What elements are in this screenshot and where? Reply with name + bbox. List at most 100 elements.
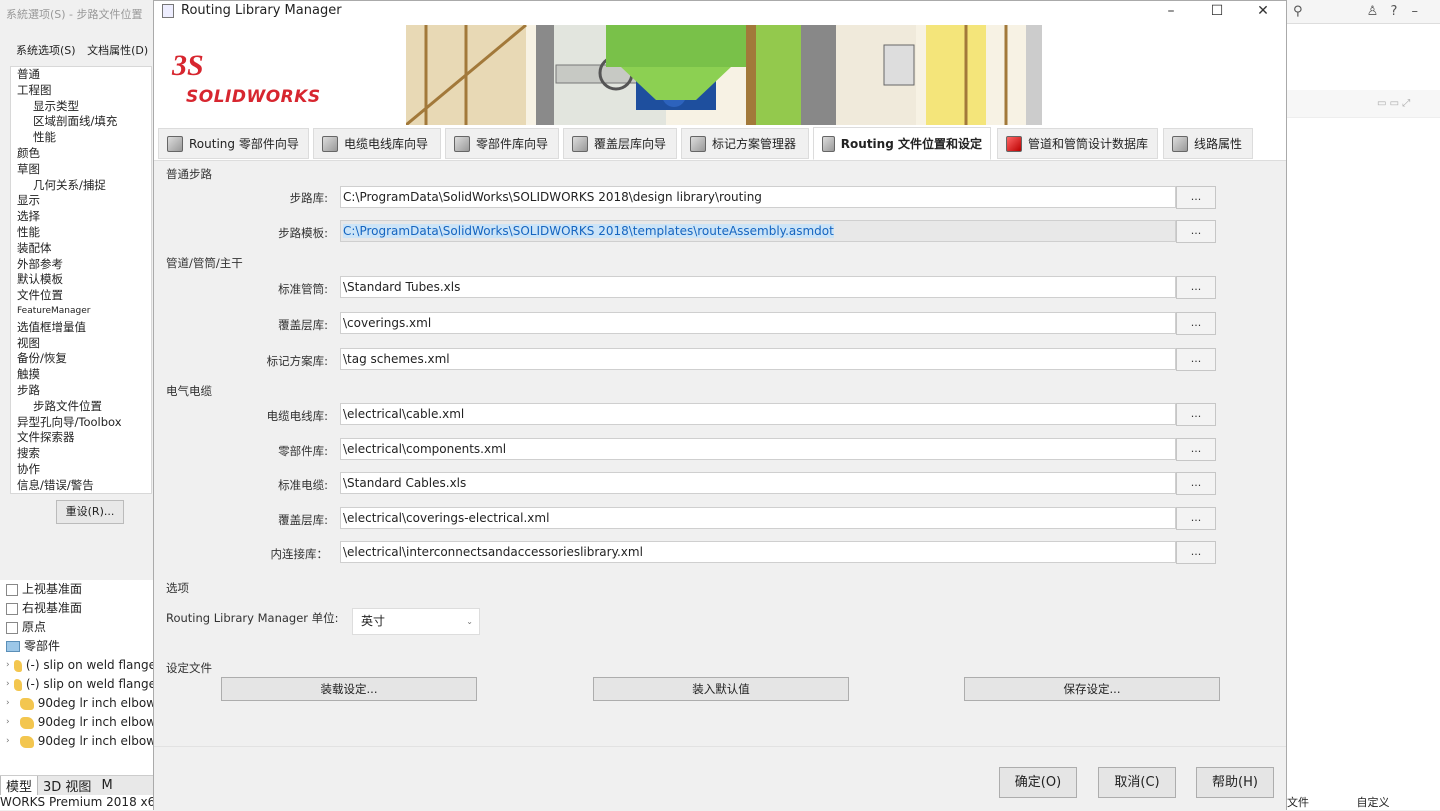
options-tree-item[interactable]: 步路 <box>11 383 151 399</box>
routing-library-field[interactable]: C:\ProgramData\SolidWorks\SOLIDWORKS 201… <box>340 186 1176 208</box>
tab-cable-library-wizard[interactable]: 电缆电线库向导 <box>313 128 441 159</box>
panel-icon[interactable]: ▭ ▭ ⤢ <box>1377 98 1410 109</box>
expand-arrow-icon[interactable]: › <box>6 713 20 732</box>
options-tree-item[interactable]: 文件探索器 <box>11 430 151 446</box>
feature-tree-item[interactable]: 右视基准面 <box>0 599 156 618</box>
expand-arrow-icon[interactable]: › <box>6 656 14 675</box>
tag-scheme-library-field[interactable]: \tag schemes.xml <box>340 348 1176 370</box>
browse-tag-scheme-button[interactable]: ... <box>1176 348 1216 371</box>
options-tree-item[interactable]: 显示 <box>11 193 151 209</box>
options-tree-item[interactable]: 几何关系/捕捉 <box>11 178 151 194</box>
component-library-field[interactable]: \electrical\components.xml <box>340 438 1176 460</box>
options-tree-item[interactable]: 显示类型 <box>11 99 151 115</box>
feature-tree-label: (-) slip on weld flange <box>25 677 156 691</box>
part-icon <box>13 659 22 672</box>
options-tree-item[interactable]: 默认模板 <box>11 272 151 288</box>
browse-component-library-button[interactable]: ... <box>1176 438 1216 461</box>
options-tree-item[interactable]: 信息/错误/警告 <box>11 478 151 493</box>
options-tree-item[interactable]: 外部参考 <box>11 257 151 273</box>
tab-route-properties[interactable]: 线路属性 <box>1163 128 1253 159</box>
tab-covering-library-wizard[interactable]: 覆盖层库向导 <box>563 128 677 159</box>
options-tree-item[interactable]: 异型孔向导/Toolbox <box>11 415 151 431</box>
electrical-covering-field[interactable]: \electrical\coverings-electrical.xml <box>340 507 1176 529</box>
options-tree-item[interactable]: FeatureManager <box>11 304 151 320</box>
expand-arrow-icon[interactable]: › <box>6 694 20 713</box>
options-tree-item[interactable]: 触摸 <box>11 367 151 383</box>
search-icon[interactable]: ⚲ <box>1293 4 1303 19</box>
browse-standard-cables-button[interactable]: ... <box>1176 472 1216 495</box>
tab-pipe-tube-database[interactable]: 管道和管筒设计数据库 <box>997 128 1158 159</box>
tab-document-properties[interactable]: 文档属性(D) <box>87 44 148 57</box>
minimize-button[interactable]: – <box>1148 1 1194 23</box>
covering-library-field[interactable]: \coverings.xml <box>340 312 1176 334</box>
feature-tree-item[interactable]: › 90deg lr inch elbow <box>0 713 156 732</box>
load-defaults-button[interactable]: 装入默认值 <box>593 677 849 701</box>
options-tree-item[interactable]: 普通 <box>11 67 151 83</box>
expand-arrow-icon[interactable]: › <box>6 675 14 694</box>
options-tree-item[interactable]: 草图 <box>11 162 151 178</box>
feature-tree-item[interactable]: › (-) slip on weld flange <box>0 675 156 694</box>
dialog-footer: 确定(O) 取消(C) 帮助(H) <box>154 746 1286 811</box>
feature-tree-item[interactable]: › 90deg lr inch elbow <box>0 732 156 751</box>
minimize-icon[interactable]: – <box>1412 4 1419 19</box>
tab-label: 管道和管筒设计数据库 <box>1028 137 1149 151</box>
feature-tree-item[interactable]: 原点 <box>0 618 156 637</box>
browse-standard-tubes-button[interactable]: ... <box>1176 276 1216 299</box>
status-file-label: 文件 <box>1287 796 1309 809</box>
standard-cables-field[interactable]: \Standard Cables.xls <box>340 472 1176 494</box>
tab-routing-file-locations[interactable]: Routing 文件位置和设定 <box>813 127 991 160</box>
tab-component-library-wizard[interactable]: 零部件库向导 <box>445 128 559 159</box>
units-dropdown[interactable]: 英寸 ⌄ <box>352 608 480 635</box>
browse-interconnect-library-button[interactable]: ... <box>1176 541 1216 564</box>
load-settings-button[interactable]: 装载设定... <box>221 677 477 701</box>
dialog-title: Routing Library Manager <box>181 3 342 18</box>
tab-motion[interactable]: M <box>96 778 117 793</box>
feature-tree-label: 90deg lr inch elbow <box>37 715 156 729</box>
options-tree-item[interactable]: 性能 <box>11 130 151 146</box>
options-tree-item[interactable]: 工程图 <box>11 83 151 99</box>
options-tree-item[interactable]: 视图 <box>11 336 151 352</box>
maximize-button[interactable]: ☐ <box>1194 1 1240 23</box>
feature-tree-item[interactable]: 零部件 <box>0 637 156 656</box>
save-settings-button[interactable]: 保存设定... <box>964 677 1220 701</box>
cancel-button[interactable]: 取消(C) <box>1098 767 1176 798</box>
browse-cable-library-button[interactable]: ... <box>1176 403 1216 426</box>
tab-tag-scheme-manager[interactable]: 标记方案管理器 <box>681 128 809 159</box>
user-icon[interactable]: ♙ <box>1367 4 1379 19</box>
feature-tree-label: (-) slip on weld flange <box>25 658 156 672</box>
options-tree-item[interactable]: 颜色 <box>11 146 151 162</box>
expand-arrow-icon[interactable]: › <box>6 732 20 751</box>
options-tree-item[interactable]: 搜索 <box>11 446 151 462</box>
tab-3d-views[interactable]: 3D 视图 <box>38 776 96 795</box>
options-tree-item[interactable]: 文件位置 <box>11 288 151 304</box>
options-tree-item[interactable]: 协作 <box>11 462 151 478</box>
options-tree-item[interactable]: 性能 <box>11 225 151 241</box>
tab-model[interactable]: 模型 <box>0 775 39 796</box>
cable-library-field[interactable]: \electrical\cable.xml <box>340 403 1176 425</box>
dialog-banner: 3S SOLIDWORKS <box>154 25 1286 125</box>
options-tree-item[interactable]: 备份/恢复 <box>11 351 151 367</box>
options-tree-item[interactable]: 步路文件位置 <box>11 399 151 415</box>
browse-electrical-covering-button[interactable]: ... <box>1176 507 1216 530</box>
help-button[interactable]: 帮助(H) <box>1196 767 1274 798</box>
browse-covering-library-button[interactable]: ... <box>1176 312 1216 335</box>
browse-routing-template-button[interactable]: ... <box>1176 220 1216 243</box>
interconnect-library-field[interactable]: \electrical\interconnectsandaccessoriesl… <box>340 541 1176 563</box>
options-tree-item[interactable]: 区域剖面线/填充 <box>11 114 151 130</box>
standard-tubes-field[interactable]: \Standard Tubes.xls <box>340 276 1176 298</box>
options-tree-item[interactable]: 选值框增量值 <box>11 320 151 336</box>
options-tree-item[interactable]: 装配体 <box>11 241 151 257</box>
browse-routing-library-button[interactable]: ... <box>1176 186 1216 209</box>
options-tree-item[interactable]: 选择 <box>11 209 151 225</box>
feature-tree-item[interactable]: › 90deg lr inch elbow <box>0 694 156 713</box>
reset-button[interactable]: 重设(R)... <box>56 500 124 524</box>
feature-tree-item[interactable]: › (-) slip on weld flange <box>0 656 156 675</box>
tab-system-options[interactable]: 系统选项(S) <box>16 44 76 57</box>
tab-routing-component-wizard[interactable]: Routing 零部件向导 <box>158 128 309 159</box>
status-bar-left: WORKS Premium 2018 x64 <box>0 795 156 810</box>
close-button[interactable]: ✕ <box>1240 1 1286 23</box>
ok-button[interactable]: 确定(O) <box>999 767 1077 798</box>
routing-template-field[interactable]: C:\ProgramData\SolidWorks\SOLIDWORKS 201… <box>340 220 1176 242</box>
feature-tree-item[interactable]: 上视基准面 <box>0 580 156 599</box>
help-icon[interactable]: ? <box>1390 4 1397 19</box>
